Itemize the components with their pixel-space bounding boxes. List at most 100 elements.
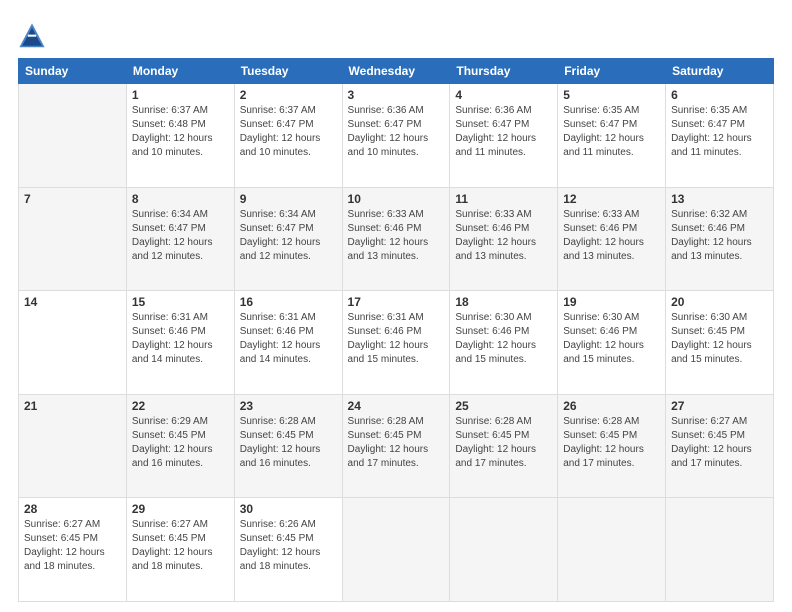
page: SundayMondayTuesdayWednesdayThursdayFrid…	[0, 0, 792, 612]
day-number: 7	[24, 192, 121, 206]
day-detail: Sunrise: 6:33 AM Sunset: 6:46 PM Dayligh…	[348, 208, 445, 264]
day-detail: Sunrise: 6:33 AM Sunset: 6:46 PM Dayligh…	[563, 208, 660, 264]
calendar-day-header: Tuesday	[234, 59, 342, 84]
calendar-cell: 7	[19, 187, 127, 291]
day-detail: Sunrise: 6:30 AM Sunset: 6:46 PM Dayligh…	[455, 311, 552, 367]
day-number: 28	[24, 502, 121, 516]
day-detail: Sunrise: 6:36 AM Sunset: 6:47 PM Dayligh…	[348, 104, 445, 160]
calendar-cell: 5 Sunrise: 6:35 AM Sunset: 6:47 PM Daylig…	[558, 84, 666, 188]
day-number: 23	[240, 399, 337, 413]
day-detail: Sunrise: 6:34 AM Sunset: 6:47 PM Dayligh…	[240, 208, 337, 264]
day-number: 10	[348, 192, 445, 206]
calendar-week-row: 1415Sunrise: 6:31 AM Sunset: 6:46 PM Day…	[19, 291, 774, 395]
calendar-cell: 28 Sunrise: 6:27 AM Sunset: 6:45 PM Dayli…	[19, 498, 127, 602]
day-number: 16	[240, 295, 337, 309]
day-number: 27	[671, 399, 768, 413]
day-detail: Sunrise: 6:33 AM Sunset: 6:46 PM Dayligh…	[455, 208, 552, 264]
calendar-cell: 19 Sunrise: 6:30 AM Sunset: 6:46 PM Dayli…	[558, 291, 666, 395]
day-number: 25	[455, 399, 552, 413]
calendar-cell	[19, 84, 127, 188]
calendar-table: SundayMondayTuesdayWednesdayThursdayFrid…	[18, 58, 774, 602]
calendar-cell: 11 Sunrise: 6:33 AM Sunset: 6:46 PM Dayli…	[450, 187, 558, 291]
calendar-cell: 9Sunrise: 6:34 AM Sunset: 6:47 PM Daylig…	[234, 187, 342, 291]
day-number: 20	[671, 295, 768, 309]
calendar-cell: 10 Sunrise: 6:33 AM Sunset: 6:46 PM Dayli…	[342, 187, 450, 291]
day-detail: Sunrise: 6:27 AM Sunset: 6:45 PM Dayligh…	[24, 518, 121, 574]
calendar-cell: 16 Sunrise: 6:31 AM Sunset: 6:46 PM Dayli…	[234, 291, 342, 395]
day-detail: Sunrise: 6:27 AM Sunset: 6:45 PM Dayligh…	[671, 415, 768, 471]
calendar-day-header: Monday	[126, 59, 234, 84]
calendar-cell: 2 Sunrise: 6:37 AM Sunset: 6:47 PM Daylig…	[234, 84, 342, 188]
day-number: 19	[563, 295, 660, 309]
calendar-cell	[342, 498, 450, 602]
calendar-cell: 12 Sunrise: 6:33 AM Sunset: 6:46 PM Dayli…	[558, 187, 666, 291]
day-number: 1	[132, 88, 229, 102]
calendar-cell: 27 Sunrise: 6:27 AM Sunset: 6:45 PM Dayli…	[666, 394, 774, 498]
day-number: 6	[671, 88, 768, 102]
calendar-day-header: Saturday	[666, 59, 774, 84]
day-detail: Sunrise: 6:29 AM Sunset: 6:45 PM Dayligh…	[132, 415, 229, 471]
calendar-cell: 1 Sunrise: 6:37 AM Sunset: 6:48 PM Daylig…	[126, 84, 234, 188]
day-number: 4	[455, 88, 552, 102]
calendar-cell	[558, 498, 666, 602]
calendar-week-row: 21 22 Sunrise: 6:29 AM Sunset: 6:45 PM Day…	[19, 394, 774, 498]
calendar-cell: 30 Sunrise: 6:26 AM Sunset: 6:45 PM Dayli…	[234, 498, 342, 602]
day-number: 22	[132, 399, 229, 413]
day-number: 2	[240, 88, 337, 102]
calendar-header-row: SundayMondayTuesdayWednesdayThursdayFrid…	[19, 59, 774, 84]
day-number: 15	[132, 295, 229, 309]
calendar-cell: 15Sunrise: 6:31 AM Sunset: 6:46 PM Dayli…	[126, 291, 234, 395]
calendar-day-header: Thursday	[450, 59, 558, 84]
day-detail: Sunrise: 6:35 AM Sunset: 6:47 PM Dayligh…	[563, 104, 660, 160]
calendar-week-row: 1 Sunrise: 6:37 AM Sunset: 6:48 PM Daylig…	[19, 84, 774, 188]
calendar-day-header: Wednesday	[342, 59, 450, 84]
calendar-cell	[666, 498, 774, 602]
day-detail: Sunrise: 6:28 AM Sunset: 6:45 PM Dayligh…	[240, 415, 337, 471]
logo-icon	[18, 22, 46, 50]
day-detail: Sunrise: 6:36 AM Sunset: 6:47 PM Dayligh…	[455, 104, 552, 160]
day-detail: Sunrise: 6:27 AM Sunset: 6:45 PM Dayligh…	[132, 518, 229, 574]
calendar-cell: 14	[19, 291, 127, 395]
calendar-week-row: 7 8Sunrise: 6:34 AM Sunset: 6:47 PM Dayli…	[19, 187, 774, 291]
day-detail: Sunrise: 6:30 AM Sunset: 6:45 PM Dayligh…	[671, 311, 768, 367]
day-number: 17	[348, 295, 445, 309]
day-detail: Sunrise: 6:37 AM Sunset: 6:48 PM Dayligh…	[132, 104, 229, 160]
day-number: 24	[348, 399, 445, 413]
calendar-cell: 8Sunrise: 6:34 AM Sunset: 6:47 PM Daylig…	[126, 187, 234, 291]
logo	[18, 22, 50, 50]
day-detail: Sunrise: 6:30 AM Sunset: 6:46 PM Dayligh…	[563, 311, 660, 367]
calendar-cell: 29 Sunrise: 6:27 AM Sunset: 6:45 PM Dayli…	[126, 498, 234, 602]
calendar-day-header: Sunday	[19, 59, 127, 84]
day-detail: Sunrise: 6:32 AM Sunset: 6:46 PM Dayligh…	[671, 208, 768, 264]
calendar-cell: 21	[19, 394, 127, 498]
day-detail: Sunrise: 6:28 AM Sunset: 6:45 PM Dayligh…	[563, 415, 660, 471]
day-number: 11	[455, 192, 552, 206]
day-number: 30	[240, 502, 337, 516]
calendar-cell: 26 Sunrise: 6:28 AM Sunset: 6:45 PM Dayli…	[558, 394, 666, 498]
calendar-cell	[450, 498, 558, 602]
day-detail: Sunrise: 6:31 AM Sunset: 6:46 PM Dayligh…	[348, 311, 445, 367]
calendar-cell: 4 Sunrise: 6:36 AM Sunset: 6:47 PM Daylig…	[450, 84, 558, 188]
day-number: 26	[563, 399, 660, 413]
day-number: 21	[24, 399, 121, 413]
day-number: 5	[563, 88, 660, 102]
day-number: 12	[563, 192, 660, 206]
day-detail: Sunrise: 6:35 AM Sunset: 6:47 PM Dayligh…	[671, 104, 768, 160]
calendar-cell: 3Sunrise: 6:36 AM Sunset: 6:47 PM Daylig…	[342, 84, 450, 188]
day-number: 29	[132, 502, 229, 516]
calendar-cell: 25 Sunrise: 6:28 AM Sunset: 6:45 PM Dayli…	[450, 394, 558, 498]
header	[18, 18, 774, 50]
day-detail: Sunrise: 6:28 AM Sunset: 6:45 PM Dayligh…	[455, 415, 552, 471]
day-number: 14	[24, 295, 121, 309]
calendar-cell: 20 Sunrise: 6:30 AM Sunset: 6:45 PM Dayli…	[666, 291, 774, 395]
day-number: 18	[455, 295, 552, 309]
day-detail: Sunrise: 6:26 AM Sunset: 6:45 PM Dayligh…	[240, 518, 337, 574]
calendar-cell: 17 Sunrise: 6:31 AM Sunset: 6:46 PM Dayli…	[342, 291, 450, 395]
day-detail: Sunrise: 6:31 AM Sunset: 6:46 PM Dayligh…	[240, 311, 337, 367]
calendar-cell: 23 Sunrise: 6:28 AM Sunset: 6:45 PM Dayli…	[234, 394, 342, 498]
day-number: 13	[671, 192, 768, 206]
day-detail: Sunrise: 6:37 AM Sunset: 6:47 PM Dayligh…	[240, 104, 337, 160]
calendar-cell: 24 Sunrise: 6:28 AM Sunset: 6:45 PM Dayli…	[342, 394, 450, 498]
day-detail: Sunrise: 6:28 AM Sunset: 6:45 PM Dayligh…	[348, 415, 445, 471]
day-detail: Sunrise: 6:34 AM Sunset: 6:47 PM Dayligh…	[132, 208, 229, 264]
